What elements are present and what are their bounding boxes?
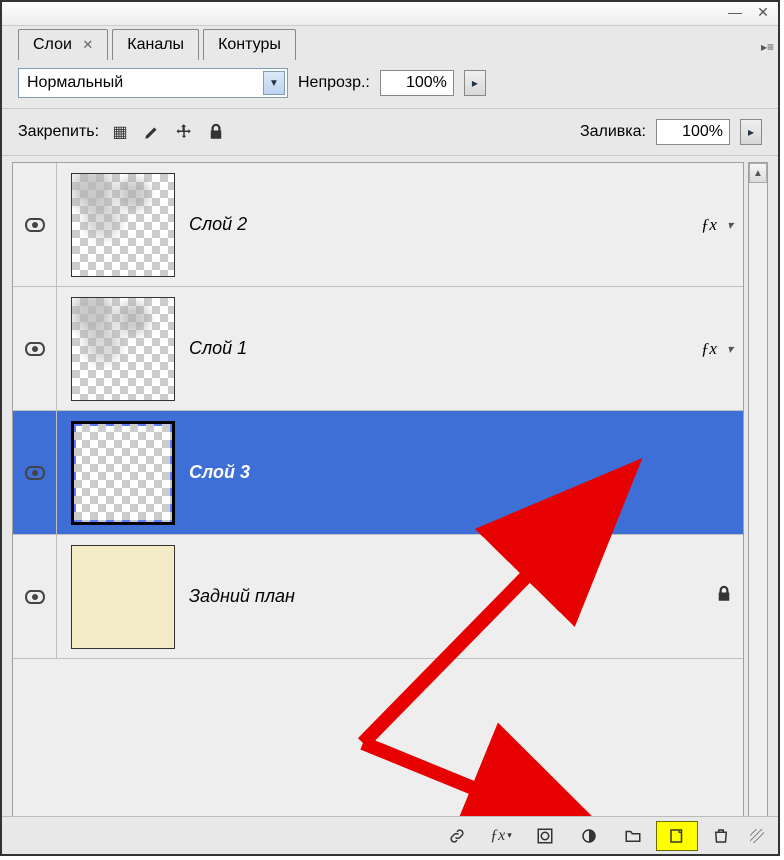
lock-icon	[207, 123, 225, 141]
delete-layer-button[interactable]	[700, 821, 742, 851]
lock-fill-row: Закрепить: ▦ Заливка: 100% ▸	[2, 111, 778, 153]
lock-icons-group: ▦	[109, 121, 227, 143]
lock-icon	[715, 585, 733, 608]
adjustment-layer-button[interactable]	[568, 821, 610, 851]
layer-thumbnail[interactable]	[71, 297, 175, 401]
layer-row-selected[interactable]: Слой 3	[13, 411, 743, 535]
panel-menu-icon[interactable]: ▸≡	[761, 40, 774, 54]
layer-style-button[interactable]: ƒx▾	[480, 821, 522, 851]
opacity-input[interactable]: 100%	[380, 70, 454, 96]
new-layer-button[interactable]	[656, 821, 698, 851]
close-icon[interactable]: ✕	[82, 37, 93, 52]
visibility-toggle[interactable]	[13, 535, 57, 658]
folder-icon	[624, 827, 642, 845]
tab-layers[interactable]: Слои ✕	[18, 29, 108, 60]
layers-panel-window: — ✕ Слои ✕ Каналы Контуры ▸≡ Нормальный …	[0, 0, 780, 856]
tab-label: Слои	[33, 36, 72, 53]
layers-list: Слой 2 ƒx ▾ Слой 1 ƒx ▾ Слой 3	[12, 162, 744, 850]
layer-mask-button[interactable]	[524, 821, 566, 851]
tab-label: Каналы	[127, 36, 184, 53]
eye-icon	[25, 466, 45, 480]
trash-icon	[712, 827, 730, 845]
layer-thumbnail[interactable]	[71, 173, 175, 277]
panel-tabs: Слои ✕ Каналы Контуры ▸≡	[2, 26, 778, 60]
link-layers-button[interactable]	[436, 821, 478, 851]
lock-pixels-icon[interactable]	[141, 121, 163, 143]
new-group-button[interactable]	[612, 821, 654, 851]
brush-icon	[143, 123, 161, 141]
tab-label: Контуры	[218, 36, 281, 53]
mask-icon	[536, 827, 554, 845]
scrollbar[interactable]: ▲ ▼	[748, 162, 768, 850]
move-icon	[175, 123, 193, 141]
blend-mode-select[interactable]: Нормальный ▼	[18, 68, 288, 98]
layers-toolbar: ƒx▾	[2, 816, 778, 854]
eye-icon	[25, 342, 45, 356]
fill-slider-button[interactable]: ▸	[740, 119, 762, 145]
eye-icon	[25, 218, 45, 232]
close-button[interactable]: ✕	[752, 5, 774, 23]
lock-label: Закрепить:	[18, 123, 99, 141]
scroll-up-icon[interactable]: ▲	[749, 163, 767, 183]
separator	[2, 155, 778, 156]
opacity-label: Непрозр.:	[298, 74, 370, 92]
fill-input[interactable]: 100%	[656, 119, 730, 145]
resize-grip-icon[interactable]	[750, 829, 764, 843]
lock-all-icon[interactable]	[205, 121, 227, 143]
tab-channels[interactable]: Каналы	[112, 29, 199, 60]
chevron-down-icon[interactable]: ▾	[727, 218, 733, 232]
layer-thumbnail[interactable]	[71, 545, 175, 649]
layer-name[interactable]: Задний план	[189, 586, 743, 607]
titlebar: — ✕	[2, 2, 778, 26]
fx-badge[interactable]: ƒx	[701, 215, 717, 235]
new-page-icon	[668, 827, 686, 845]
fill-label: Заливка:	[580, 123, 646, 141]
fx-badge[interactable]: ƒx	[701, 339, 717, 359]
layer-row[interactable]: Слой 2 ƒx ▾	[13, 163, 743, 287]
half-circle-icon	[580, 827, 598, 845]
layer-name[interactable]: Слой 3	[189, 462, 743, 483]
tab-paths[interactable]: Контуры	[203, 29, 296, 60]
layer-name[interactable]: Слой 1	[189, 338, 743, 359]
layer-thumbnail[interactable]	[71, 421, 175, 525]
blend-opacity-row: Нормальный ▼ Непрозр.: 100% ▸	[2, 60, 778, 106]
blend-mode-value: Нормальный	[27, 74, 123, 92]
eye-icon	[25, 590, 45, 604]
layer-row[interactable]: Задний план	[13, 535, 743, 659]
layer-extras: ƒx ▾	[701, 287, 733, 410]
layer-extras	[715, 535, 733, 658]
lock-position-icon[interactable]	[173, 121, 195, 143]
chevron-down-icon[interactable]: ▼	[263, 71, 285, 95]
visibility-toggle[interactable]	[13, 163, 57, 286]
link-icon	[448, 827, 466, 845]
layer-name[interactable]: Слой 2	[189, 214, 743, 235]
layer-row[interactable]: Слой 1 ƒx ▾	[13, 287, 743, 411]
fx-icon: ƒx	[490, 827, 505, 845]
visibility-toggle[interactable]	[13, 411, 57, 534]
visibility-toggle[interactable]	[13, 287, 57, 410]
separator	[2, 108, 778, 109]
layers-area: Слой 2 ƒx ▾ Слой 1 ƒx ▾ Слой 3	[2, 158, 778, 854]
minimize-button[interactable]: —	[724, 5, 746, 23]
layer-extras: ƒx ▾	[701, 163, 733, 286]
lock-transparency-icon[interactable]: ▦	[109, 121, 131, 143]
chevron-down-icon[interactable]: ▾	[727, 342, 733, 356]
opacity-slider-button[interactable]: ▸	[464, 70, 486, 96]
